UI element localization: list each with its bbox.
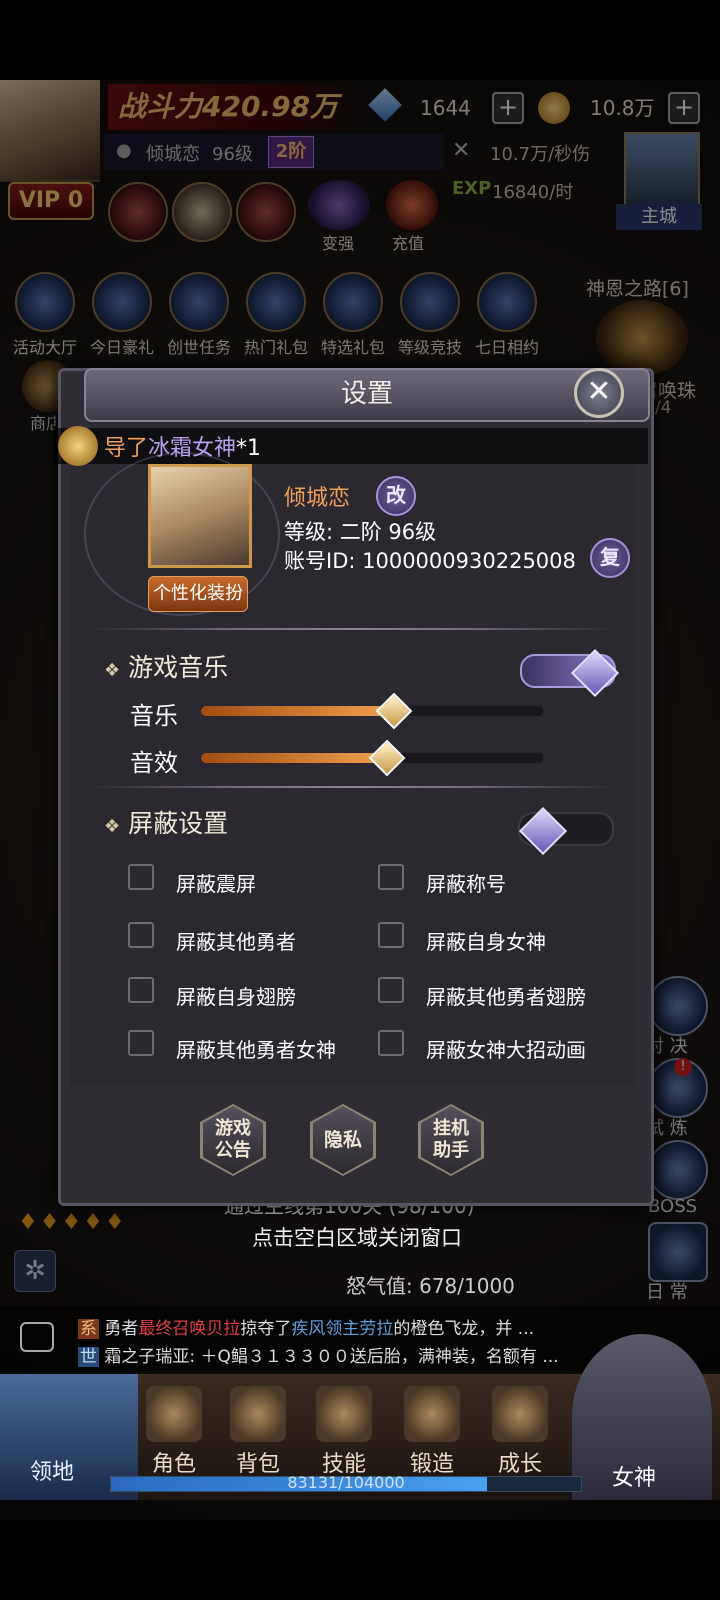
chat-line-2: 世 霜之子瑞亚: ＋Q鲳３１３３００送后胎，满神装，名额有 ... [78,1347,559,1367]
world-tag: 世 [78,1347,99,1367]
exp-progress-bar: 83131/104000 [110,1473,582,1492]
nav-forge[interactable]: 锻造 [392,1386,472,1478]
growth-icon [492,1386,548,1442]
divider-1 [90,628,616,630]
checkbox[interactable] [128,1030,154,1056]
music-label: 音乐 [130,702,178,730]
profile-level: 等级: 二阶 96级 [284,520,437,544]
checkbox[interactable] [378,922,404,948]
checkbox[interactable] [128,977,154,1003]
profile-name: 倾城恋 [284,486,351,511]
forge-icon [404,1386,460,1442]
block-toggle[interactable] [518,806,614,856]
checkbox[interactable] [378,864,404,890]
block-section-title: ❖ 屏蔽设置 [104,809,229,838]
rename-button[interactable]: 改 [376,476,416,516]
role-icon [146,1386,202,1442]
close-icon: ✕ [586,374,612,409]
nav-bag[interactable]: 背包 [218,1386,298,1478]
goddess-tab[interactable]: 女神 [572,1334,712,1500]
diamond-bullet-icon: ❖ [104,816,121,837]
nav-role[interactable]: 角色 [134,1386,214,1478]
rage-value: 怒气值: 678/1000 [346,1274,515,1298]
sfx-slider[interactable] [200,739,544,777]
music-slider-fill [201,706,393,716]
nav-growth[interactable]: 成长 [480,1386,560,1478]
music-section-title: ❖ 游戏音乐 [104,653,229,682]
chat-bubble-icon[interactable] [20,1322,54,1352]
checkbox[interactable] [378,1030,404,1056]
profile-account-id: 账号ID: 1000000930225008 [284,549,576,573]
music-toggle[interactable] [520,648,620,698]
customize-outfit-button[interactable]: 个性化装扮 [148,576,248,612]
player-avatar[interactable] [148,464,252,568]
skill-icon [316,1386,372,1442]
close-hint[interactable]: 点击空白区域关闭窗口 [252,1222,462,1252]
divider-2 [90,786,616,788]
copy-id-button[interactable]: 复 [590,538,630,578]
bag-icon [230,1386,286,1442]
close-button[interactable]: ✕ [574,368,624,418]
system-tag: 系 [78,1319,99,1339]
diamond-bullet-icon: ❖ [104,660,121,681]
dialog-title: 设置 [84,368,650,422]
checkbox[interactable] [128,922,154,948]
exp-progress-text: 83131/104000 [287,1473,405,1492]
sfx-slider-fill [201,753,386,763]
sfx-label: 音效 [130,749,178,777]
music-slider[interactable] [200,692,544,730]
chat-line-1: 系 勇者最终召唤贝拉掠夺了疾风领主劳拉的橙色飞龙，并 ... [78,1319,535,1339]
checkbox[interactable] [378,977,404,1003]
checkbox[interactable] [128,864,154,890]
nav-skill[interactable]: 技能 [304,1386,384,1478]
medal-icon [58,426,98,466]
